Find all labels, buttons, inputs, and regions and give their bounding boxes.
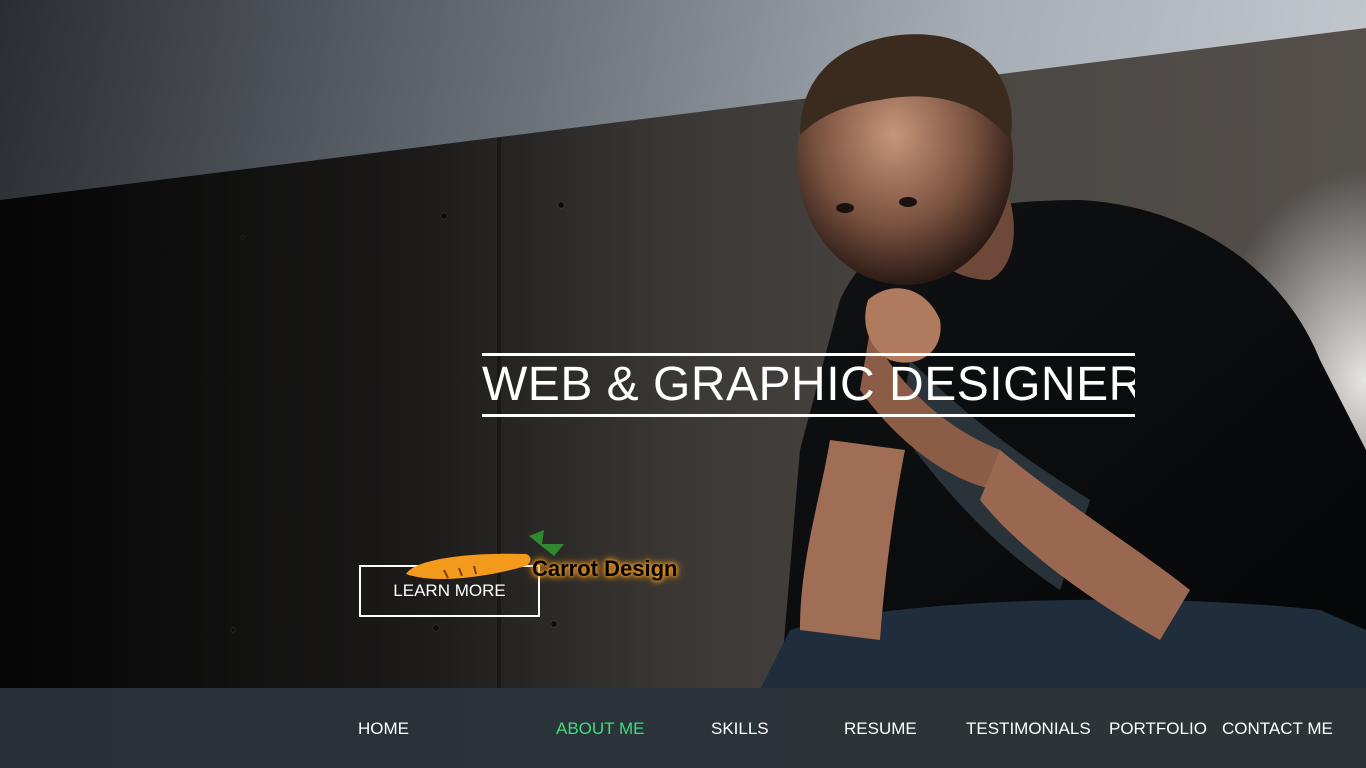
nav-item-portfolio[interactable]: PORTFOLIO — [1109, 719, 1207, 739]
wall-bolt — [231, 628, 235, 632]
nav-item-testimonials[interactable]: TESTIMONIALS — [966, 719, 1091, 739]
logo-text: Carrot Design — [532, 556, 678, 581]
wall-bolt — [433, 625, 439, 631]
nav-item-contact-me[interactable]: CONTACT ME — [1222, 719, 1333, 739]
wall-bolt — [558, 202, 564, 208]
wall-bolt — [241, 236, 244, 239]
nav-item-skills[interactable]: SKILLS — [711, 719, 769, 739]
hero-headline: WEB & GRAPHIC DESIGNER — [482, 353, 1135, 417]
nav-item-home[interactable]: HOME — [358, 719, 409, 739]
carrot-design-logo[interactable]: Carrot Design — [404, 526, 686, 598]
wall-bolt — [551, 621, 557, 627]
main-navbar: HOME ABOUT ME SKILLS RESUME TESTIMONIALS… — [0, 688, 1366, 768]
nav-item-resume[interactable]: RESUME — [844, 719, 917, 739]
hero-section: WEB & GRAPHIC DESIGNER LEARN MORE Carrot… — [0, 0, 1366, 688]
nav-item-about-me[interactable]: ABOUT ME — [556, 719, 644, 739]
wall-bolt — [441, 213, 447, 219]
